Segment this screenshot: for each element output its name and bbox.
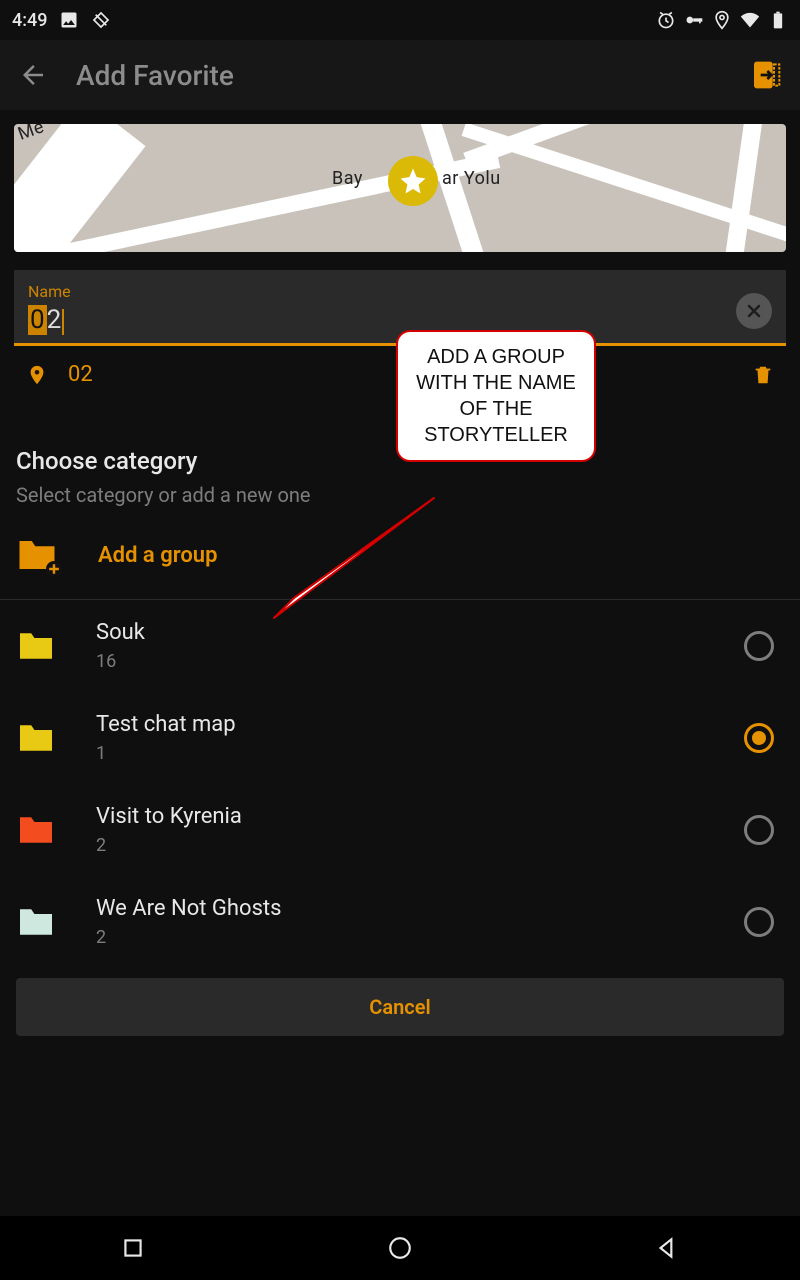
map-road-label: ar Yolu bbox=[442, 168, 501, 189]
category-radio[interactable] bbox=[744, 631, 774, 661]
callout-text: ADD A GROUP WITH THE NAME OF THE STORYTE… bbox=[416, 346, 576, 446]
cancel-label: Cancel bbox=[369, 995, 430, 1019]
location-pin-icon bbox=[26, 364, 48, 386]
wifi-icon bbox=[740, 10, 760, 30]
app-bar: Add Favorite bbox=[0, 40, 800, 110]
status-right bbox=[656, 10, 788, 30]
section-subtitle: Select category or add a new one bbox=[16, 483, 784, 507]
delete-location-button[interactable] bbox=[752, 363, 774, 387]
category-row[interactable]: Test chat map 1 bbox=[0, 692, 800, 784]
back-nav-button[interactable] bbox=[654, 1235, 680, 1261]
clear-name-button[interactable] bbox=[736, 293, 772, 329]
category-row[interactable]: We Are Not Ghosts 2 bbox=[0, 876, 800, 968]
map-road-label: Bay bbox=[332, 168, 363, 189]
home-button[interactable] bbox=[387, 1235, 413, 1261]
category-count: 2 bbox=[96, 927, 704, 948]
tutorial-callout: ADD A GROUP WITH THE NAME OF THE STORYTE… bbox=[396, 330, 596, 462]
map-road-label: Me bbox=[15, 124, 47, 145]
star-pin-icon bbox=[388, 156, 438, 206]
category-radio[interactable] bbox=[744, 815, 774, 845]
vpn-key-icon bbox=[684, 10, 704, 30]
back-icon[interactable] bbox=[18, 60, 48, 90]
page-title: Add Favorite bbox=[76, 59, 722, 92]
location-icon bbox=[712, 10, 732, 30]
alarm-icon bbox=[656, 10, 676, 30]
navigation-bar bbox=[0, 1216, 800, 1280]
status-left: 4:49 bbox=[12, 10, 111, 31]
add-group-label: Add a group bbox=[98, 543, 217, 568]
image-icon bbox=[59, 10, 79, 30]
add-group-button[interactable]: Add a group bbox=[0, 511, 800, 600]
category-count: 1 bbox=[96, 743, 704, 764]
battery-icon bbox=[768, 10, 788, 30]
name-field-label: Name bbox=[28, 282, 736, 301]
category-name: Test chat map bbox=[96, 712, 704, 737]
category-text: Visit to Kyrenia 2 bbox=[96, 804, 704, 856]
category-name: Visit to Kyrenia bbox=[96, 804, 704, 829]
rotate-icon bbox=[91, 10, 111, 30]
name-field-value: 02 bbox=[28, 305, 64, 335]
status-time: 4:49 bbox=[12, 10, 47, 31]
category-row[interactable]: Visit to Kyrenia 2 bbox=[0, 784, 800, 876]
folder-icon bbox=[16, 814, 56, 846]
folder-icon bbox=[16, 722, 56, 754]
folder-add-icon bbox=[16, 537, 58, 573]
status-bar: 4:49 bbox=[0, 0, 800, 40]
category-name: Souk bbox=[96, 620, 704, 645]
recent-apps-button[interactable] bbox=[120, 1235, 146, 1261]
category-radio[interactable] bbox=[744, 907, 774, 937]
category-text: Test chat map 1 bbox=[96, 712, 704, 764]
map-preview[interactable]: Me Bay ar Yolu bbox=[14, 124, 786, 252]
category-count: 2 bbox=[96, 835, 704, 856]
category-text: We Are Not Ghosts 2 bbox=[96, 896, 704, 948]
folder-icon bbox=[16, 630, 56, 662]
category-count: 16 bbox=[96, 651, 704, 672]
category-radio[interactable] bbox=[744, 723, 774, 753]
cancel-button[interactable]: Cancel bbox=[16, 978, 784, 1036]
category-list: Souk16Test chat map1Visit to Kyrenia2We … bbox=[0, 600, 800, 968]
export-icon[interactable] bbox=[750, 59, 782, 91]
category-row[interactable]: Souk 16 bbox=[0, 600, 800, 692]
folder-icon bbox=[16, 906, 56, 938]
category-name: We Are Not Ghosts bbox=[96, 896, 704, 921]
category-text: Souk 16 bbox=[96, 620, 704, 672]
